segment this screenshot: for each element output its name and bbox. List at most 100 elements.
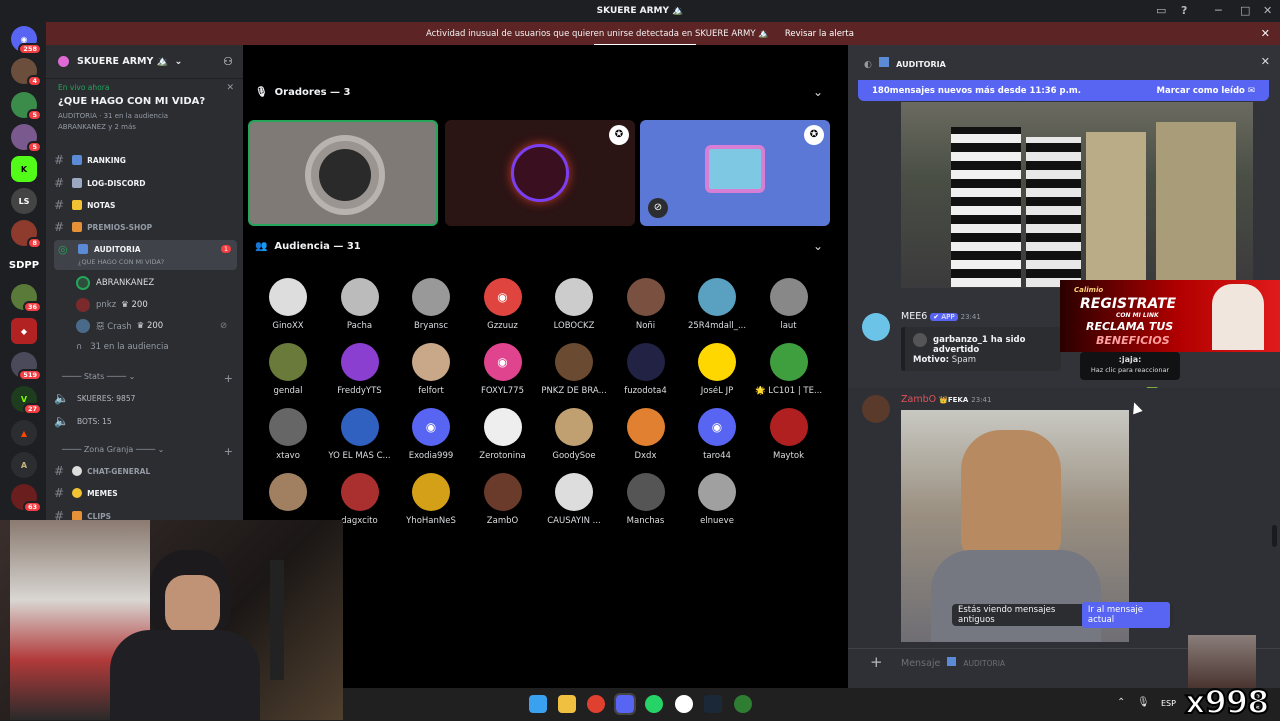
steam-icon[interactable]: [704, 695, 722, 713]
scrollbar-thumb[interactable]: [1272, 525, 1277, 547]
audience-member[interactable]: dagxcito: [325, 473, 395, 526]
speaker-tile[interactable]: ✪: [445, 120, 635, 226]
chevron-down-icon[interactable]: ⌄: [813, 85, 823, 99]
audience-member[interactable]: ◉ Gzzuuz: [468, 278, 538, 331]
minimize-button[interactable]: ─: [1215, 4, 1222, 17]
server-icon[interactable]: 8: [11, 220, 42, 249]
audience-member[interactable]: [253, 473, 323, 516]
discord-icon[interactable]: [614, 693, 636, 715]
voice-audience[interactable]: ∩ 31 en la audiencia: [76, 337, 169, 357]
audience-header[interactable]: 👥 Audiencia — 31: [255, 241, 361, 252]
avatar[interactable]: [862, 395, 890, 423]
audience-member[interactable]: gendal: [253, 343, 323, 396]
channel-premios-shop[interactable]: # PREMIOS-SHOP: [54, 217, 237, 237]
audience-member[interactable]: ZambO: [468, 473, 538, 526]
channel-chat-general[interactable]: # CHAT-GENERAL: [54, 461, 237, 481]
image-attachment[interactable]: [901, 102, 1253, 288]
audience-member[interactable]: ◉ taro44: [682, 408, 752, 461]
category-stats[interactable]: ──── Stats ──── ⌄ +: [62, 372, 237, 385]
server-icon[interactable]: 5: [11, 124, 42, 153]
live-event-card[interactable]: En vivo ahora ¿QUE HAGO CON MI VIDA? AUD…: [58, 83, 238, 131]
author-name[interactable]: ZambO: [901, 394, 936, 405]
add-channel-icon[interactable]: +: [224, 445, 233, 458]
chevron-down-icon[interactable]: ⌄: [813, 239, 823, 253]
speaker-tile[interactable]: ✪ ⊘: [640, 120, 830, 226]
kick-server-icon[interactable]: K: [11, 156, 37, 182]
voice-user[interactable]: ABRANKANEZ: [76, 273, 154, 293]
speaker-tile[interactable]: [248, 120, 438, 226]
audience-member[interactable]: GoodySoe: [539, 408, 609, 461]
start-menu-icon[interactable]: [529, 695, 547, 713]
message-input[interactable]: Mensaje AUDITORIA: [901, 657, 1005, 669]
stat-channel[interactable]: 🔈 BOTS: 15: [54, 411, 237, 431]
channel-log-discord[interactable]: # LOG-DISCORD: [54, 173, 237, 193]
audience-member[interactable]: LOBOCKZ: [539, 278, 609, 331]
author-name[interactable]: MEE6: [901, 311, 927, 322]
close-button[interactable]: ✕: [1263, 4, 1272, 17]
audience-member[interactable]: GinoXX: [253, 278, 323, 331]
voice-user[interactable]: 惡 Crash ♛ 200 ⊘: [76, 316, 227, 336]
server-icon[interactable]: 519: [11, 352, 42, 381]
whatsapp-icon[interactable]: [645, 695, 663, 713]
add-member-icon[interactable]: ⚇: [223, 55, 233, 68]
server-icon[interactable]: A: [11, 452, 37, 478]
review-alert-button[interactable]: Revisar la alerta: [785, 29, 854, 39]
file-explorer-icon[interactable]: [558, 695, 576, 713]
maximize-button[interactable]: □: [1240, 4, 1250, 17]
server-icon[interactable]: 63: [11, 484, 42, 513]
server-label[interactable]: SDPP: [9, 252, 39, 278]
audience-member[interactable]: Pacha: [325, 278, 395, 331]
server-icon[interactable]: 5: [11, 92, 42, 121]
channel-auditoria-active[interactable]: ◎ AUDITORIA ¿QUE HAGO CON MI VIDA? 1: [54, 240, 237, 270]
audience-member[interactable]: FreddyYTS: [325, 343, 395, 396]
microphone-icon[interactable]: 🎙: [1137, 697, 1150, 708]
server-icon[interactable]: 36: [11, 284, 42, 313]
channel-ranking[interactable]: # RANKING: [54, 150, 237, 170]
audience-member[interactable]: Zerotonina: [468, 408, 538, 461]
add-channel-icon[interactable]: +: [224, 372, 233, 385]
mark-read-button[interactable]: Marcar como leído ✉: [1157, 86, 1255, 96]
audience-member[interactable]: Manchas: [611, 473, 681, 526]
inbox-icon[interactable]: ▭: [1156, 4, 1166, 17]
audience-member[interactable]: ◉ FOXYL775: [468, 343, 538, 396]
audience-member[interactable]: 25R4mdall_...: [682, 278, 752, 331]
app-icon[interactable]: [734, 695, 752, 713]
audience-member[interactable]: JoséL JP: [682, 343, 752, 396]
jump-to-present-button[interactable]: Ir al mensaje actual: [1081, 602, 1170, 628]
audience-member[interactable]: ◉ Exodia999: [396, 408, 466, 461]
dm-home-icon[interactable]: ◉ 258: [11, 26, 42, 55]
attach-icon[interactable]: +: [870, 653, 883, 671]
audience-member[interactable]: 🌟 LC101 | TE...: [754, 343, 824, 396]
audience-member[interactable]: YhoHanNeS: [396, 473, 466, 526]
speakers-header[interactable]: 🎙 Oradores — 3: [255, 87, 350, 98]
chrome-icon[interactable]: [587, 695, 605, 713]
voice-user[interactable]: pnkz ♛ 200: [76, 295, 148, 315]
server-icon[interactable]: LS: [11, 188, 37, 214]
audience-member[interactable]: elnueve: [682, 473, 752, 526]
close-alert-icon[interactable]: ✕: [1261, 27, 1270, 40]
server-icon[interactable]: 4: [11, 58, 42, 87]
audience-member[interactable]: fuzodota4: [611, 343, 681, 396]
server-icon[interactable]: V 27: [11, 386, 42, 415]
avatar[interactable]: [862, 313, 890, 341]
audience-member[interactable]: Ñoñi: [611, 278, 681, 331]
audience-member[interactable]: Maytok: [754, 408, 824, 461]
dota-server-icon[interactable]: ◆: [11, 318, 37, 344]
obs-icon[interactable]: [675, 695, 693, 713]
close-icon[interactable]: ✕: [226, 83, 234, 93]
audience-member[interactable]: laut: [754, 278, 824, 331]
chevron-up-icon[interactable]: ⌃: [1117, 697, 1125, 708]
audience-member[interactable]: Bryansc: [396, 278, 466, 331]
audience-member[interactable]: YO EL MAS C...: [325, 408, 395, 461]
server-header[interactable]: SKUERE ARMY 🏔️ ⌄ ⚇: [46, 45, 243, 79]
language-indicator[interactable]: ESP: [1161, 699, 1176, 708]
stat-channel[interactable]: 🔈 SKUERES: 9857: [54, 388, 237, 408]
audience-member[interactable]: PNKZ DE BRA...: [539, 343, 609, 396]
new-messages-bar[interactable]: 180mensajes nuevos más desde 11:36 p.m. …: [858, 80, 1269, 101]
channel-memes[interactable]: # MEMES: [54, 483, 237, 503]
help-icon[interactable]: ?: [1181, 4, 1187, 17]
close-icon[interactable]: ✕: [1261, 55, 1270, 68]
audience-member[interactable]: Dxdx: [611, 408, 681, 461]
channel-notas[interactable]: # NOTAS: [54, 195, 237, 215]
category-zona[interactable]: ──── Zona Granja ──── ⌄ +: [62, 445, 237, 458]
